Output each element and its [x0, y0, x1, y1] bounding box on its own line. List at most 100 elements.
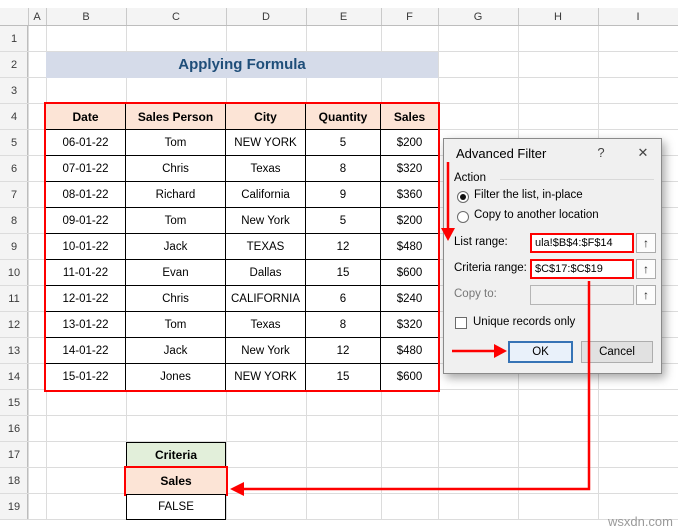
table-header-cell[interactable]: Sales Person [126, 104, 226, 130]
table-cell[interactable]: Dallas [226, 260, 306, 286]
table-cell[interactable]: 08-01-22 [46, 182, 126, 208]
table-cell[interactable]: 09-01-22 [46, 208, 126, 234]
row-header-13[interactable]: 13 [0, 338, 28, 364]
table-cell[interactable]: 14-01-22 [46, 338, 126, 364]
table-cell[interactable]: $320 [381, 156, 438, 182]
table-cell[interactable]: $600 [381, 364, 438, 390]
table-cell[interactable]: Jack [126, 338, 226, 364]
table-cell[interactable]: $200 [381, 208, 438, 234]
table-cell[interactable]: 13-01-22 [46, 312, 126, 338]
row-header-18[interactable]: 18 [0, 468, 28, 494]
copy-to-input[interactable] [530, 285, 634, 305]
sheet-title[interactable]: Applying Formula [46, 52, 438, 78]
filter-in-place-radio[interactable] [457, 191, 469, 203]
table-header-cell[interactable]: City [226, 104, 306, 130]
col-header-I[interactable]: I [598, 8, 678, 26]
table-cell[interactable]: Richard [126, 182, 226, 208]
table-cell[interactable]: Jones [126, 364, 226, 390]
table-cell[interactable]: 11-01-22 [46, 260, 126, 286]
copy-to-location-radio[interactable] [457, 211, 469, 223]
col-header-C[interactable]: C [126, 8, 226, 26]
table-header-cell[interactable]: Date [46, 104, 126, 130]
table-cell[interactable]: Evan [126, 260, 226, 286]
criteria-value-cell[interactable]: FALSE [126, 494, 226, 520]
table-cell[interactable]: Tom [126, 130, 226, 156]
table-cell[interactable]: 12 [306, 234, 381, 260]
row-header-17[interactable]: 17 [0, 442, 28, 468]
row-header-12[interactable]: 12 [0, 312, 28, 338]
row-header-16[interactable]: 16 [0, 416, 28, 442]
row-header-7[interactable]: 7 [0, 182, 28, 208]
table-cell[interactable]: $240 [381, 286, 438, 312]
table-cell[interactable]: $200 [381, 130, 438, 156]
table-header-cell[interactable]: Quantity [306, 104, 381, 130]
col-header-E[interactable]: E [306, 8, 381, 26]
table-cell[interactable]: CALIFORNIA [226, 286, 306, 312]
row-header-2[interactable]: 2 [0, 52, 28, 78]
table-cell[interactable]: New York [226, 208, 306, 234]
criteria-range-input[interactable]: $C$17:$C$19 [530, 259, 634, 279]
table-cell[interactable]: Jack [126, 234, 226, 260]
row-header-6[interactable]: 6 [0, 156, 28, 182]
close-icon[interactable]: ✕ [634, 144, 652, 162]
row-header-1[interactable]: 1 [0, 26, 28, 52]
table-cell[interactable]: 5 [306, 130, 381, 156]
table-cell[interactable]: 10-01-22 [46, 234, 126, 260]
unique-records-label[interactable]: Unique records only [473, 316, 575, 328]
col-header-G[interactable]: G [438, 8, 518, 26]
criteria-header-cell[interactable]: Sales [124, 466, 228, 496]
table-cell[interactable]: 6 [306, 286, 381, 312]
table-cell[interactable]: TEXAS [226, 234, 306, 260]
list-range-picker-button[interactable]: ↑ [636, 233, 656, 253]
table-cell[interactable]: 15 [306, 260, 381, 286]
table-cell[interactable]: $360 [381, 182, 438, 208]
cancel-button[interactable]: Cancel [581, 341, 653, 363]
table-cell[interactable]: 8 [306, 156, 381, 182]
ok-button[interactable]: OK [508, 341, 573, 363]
table-cell[interactable]: 8 [306, 312, 381, 338]
table-cell[interactable]: Chris [126, 286, 226, 312]
table-cell[interactable]: 12-01-22 [46, 286, 126, 312]
table-cell[interactable]: 5 [306, 208, 381, 234]
col-header-B[interactable]: B [46, 8, 126, 26]
row-header-4[interactable]: 4 [0, 104, 28, 130]
table-cell[interactable]: 06-01-22 [46, 130, 126, 156]
table-cell[interactable]: Tom [126, 312, 226, 338]
table-cell[interactable]: $480 [381, 234, 438, 260]
col-header-F[interactable]: F [381, 8, 438, 26]
row-header-5[interactable]: 5 [0, 130, 28, 156]
table-cell[interactable]: California [226, 182, 306, 208]
col-header-D[interactable]: D [226, 8, 306, 26]
col-header-A[interactable]: A [28, 8, 46, 26]
row-header-11[interactable]: 11 [0, 286, 28, 312]
table-cell[interactable]: Texas [226, 312, 306, 338]
copy-to-location-label[interactable]: Copy to another location [474, 209, 599, 221]
table-cell[interactable]: 9 [306, 182, 381, 208]
help-icon[interactable]: ? [592, 144, 610, 162]
copy-to-picker-button[interactable]: ↑ [636, 285, 656, 305]
row-header-15[interactable]: 15 [0, 390, 28, 416]
row-header-14[interactable]: 14 [0, 364, 28, 390]
table-cell[interactable]: NEW YORK [226, 364, 306, 390]
col-header-H[interactable]: H [518, 8, 598, 26]
criteria-title-cell[interactable]: Criteria [126, 442, 226, 468]
row-header-8[interactable]: 8 [0, 208, 28, 234]
list-range-input[interactable]: ula!$B$4:$F$14 [530, 233, 634, 253]
table-cell[interactable]: NEW YORK [226, 130, 306, 156]
table-cell[interactable]: 15-01-22 [46, 364, 126, 390]
table-cell[interactable]: $480 [381, 338, 438, 364]
table-cell[interactable]: New York [226, 338, 306, 364]
unique-records-checkbox[interactable] [455, 317, 467, 329]
row-header-9[interactable]: 9 [0, 234, 28, 260]
table-cell[interactable]: Tom [126, 208, 226, 234]
row-header-10[interactable]: 10 [0, 260, 28, 286]
table-cell[interactable]: 07-01-22 [46, 156, 126, 182]
table-cell[interactable]: Texas [226, 156, 306, 182]
filter-in-place-label[interactable]: Filter the list, in-place [474, 189, 583, 201]
table-header-cell[interactable]: Sales [381, 104, 438, 130]
table-cell[interactable]: Chris [126, 156, 226, 182]
criteria-range-picker-button[interactable]: ↑ [636, 259, 656, 279]
table-cell[interactable]: $320 [381, 312, 438, 338]
row-header-3[interactable]: 3 [0, 78, 28, 104]
row-header-19[interactable]: 19 [0, 494, 28, 520]
